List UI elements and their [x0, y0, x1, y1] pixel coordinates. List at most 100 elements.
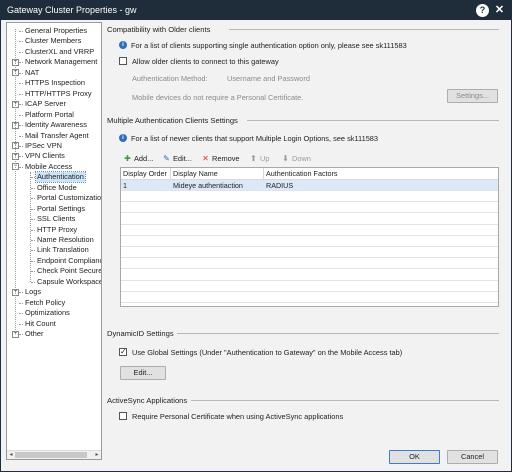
multi-auth-info-text: For a list of newer clients that support… — [131, 134, 379, 143]
login-options-table[interactable]: Display Order Display Name Authenticatio… — [120, 167, 499, 307]
add-button[interactable]: ✚ Add... — [123, 153, 153, 165]
tree-item[interactable]: ICAP Server — [24, 99, 67, 109]
tree-item[interactable]: Platform Portal — [24, 110, 75, 120]
tree-item-label: Fetch Policy — [25, 297, 66, 307]
tree-item[interactable]: Authentication — [35, 171, 86, 184]
tree-item[interactable]: Fetch Policy — [24, 298, 66, 308]
tree-item[interactable]: General Properties — [24, 26, 88, 36]
use-global-settings-checkbox[interactable] — [119, 347, 127, 356]
tree-item[interactable]: Optimizations — [24, 308, 71, 318]
tree-item[interactable]: Hit Count — [24, 319, 57, 329]
tree-item[interactable]: Portal Settings — [36, 204, 86, 214]
tree-connector — [19, 72, 23, 74]
tree-item[interactable]: VPN Clients — [24, 151, 66, 161]
tree-item[interactable]: Endpoint Compliance — [36, 256, 101, 266]
scroll-left-icon[interactable]: ◂ — [7, 451, 15, 459]
tree-item[interactable]: Network Management — [24, 57, 98, 67]
properties-window: Gateway Cluster Properties - gw ? ✕ ◂ ▸ … — [0, 0, 512, 472]
scrollbar-thumb[interactable] — [15, 452, 87, 458]
column-header[interactable]: Display Name — [171, 168, 264, 180]
tree-item[interactable]: HTTPS Inspection — [24, 78, 86, 88]
tree-horizontal-scrollbar[interactable]: ◂ ▸ — [7, 450, 101, 459]
table-cell: Mideye authentiaction — [173, 181, 243, 190]
tree-connector — [19, 302, 23, 304]
tree-item[interactable]: NAT — [24, 68, 40, 78]
tree-connector — [19, 125, 23, 127]
tree-item[interactable]: Office Mode — [36, 183, 78, 193]
tree-connector — [19, 323, 23, 325]
tree-item[interactable]: Link Translation — [36, 245, 90, 255]
tree-item[interactable]: Mail Transfer Agent — [24, 131, 90, 141]
tree-item[interactable]: Identity Awareness — [24, 120, 88, 130]
dialog-body: ◂ ▸ General Properties Cluster Members Clu… — [1, 20, 511, 471]
tree-item-label: HTTPS Inspection — [25, 78, 85, 88]
tree-connector — [31, 281, 35, 283]
tree-item[interactable]: Check Point Secure — [36, 266, 102, 276]
close-icon[interactable]: ✕ — [493, 4, 506, 17]
tree-item-label: Mobile Access — [25, 161, 73, 171]
tree-item-label: ICAP Server — [25, 99, 66, 109]
table-empty-row[interactable] — [121, 214, 498, 225]
table-empty-row[interactable] — [121, 247, 498, 259]
tree-item[interactable]: ClusterXL and VRRP — [24, 47, 95, 57]
cancel-button[interactable]: Cancel — [447, 450, 498, 464]
column-header[interactable]: Authentication Factors — [264, 168, 498, 180]
down-label: Down — [292, 154, 311, 163]
table-cell: 1 — [123, 181, 127, 190]
tree-connector — [31, 260, 35, 262]
pencil-icon: ✎ — [163, 154, 170, 163]
tree-item-label: Network Management — [25, 57, 98, 67]
settings-button[interactable]: Settings... — [447, 89, 498, 103]
tree-item-label: HTTP Proxy — [37, 224, 78, 234]
tree-item[interactable]: IPSec VPN — [24, 141, 63, 151]
scroll-right-icon[interactable]: ▸ — [93, 451, 101, 459]
edit-button[interactable]: ✎ Edit... — [162, 153, 192, 165]
remove-button[interactable]: ✕ Remove — [201, 153, 239, 165]
down-button[interactable]: ⬇ Down — [281, 153, 311, 165]
tree-item[interactable]: Portal Customization — [36, 193, 101, 203]
tree-item-label: Optimizations — [25, 308, 70, 318]
tree-item[interactable]: Capsule Workspace — [36, 277, 101, 287]
column-header[interactable]: Display Order — [121, 168, 171, 180]
help-icon[interactable]: ? — [476, 4, 489, 17]
require-personal-cert-checkbox[interactable] — [119, 412, 127, 420]
up-button[interactable]: ⬆ Up — [249, 153, 269, 165]
tree-item-label: Other — [25, 329, 44, 339]
tree-connector — [19, 334, 23, 336]
table-empty-row[interactable] — [121, 270, 498, 281]
title-bar: Gateway Cluster Properties - gw ? ✕ — [1, 1, 511, 20]
tree-item[interactable]: Cluster Members — [24, 36, 82, 46]
allow-older-clients-checkbox[interactable] — [119, 57, 127, 65]
tree-item-label: Logs — [25, 287, 42, 297]
tree-connector — [19, 145, 23, 147]
table-empty-row[interactable] — [121, 225, 498, 236]
table-empty-row[interactable] — [121, 281, 498, 292]
tree-item[interactable]: HTTP/HTTPS Proxy — [24, 89, 93, 99]
tree-item[interactable]: Logs — [24, 287, 42, 297]
table-empty-row[interactable] — [121, 191, 498, 203]
table-empty-row[interactable] — [121, 258, 498, 270]
table-row[interactable]: 1 Mideye authentiaction RADIUS — [121, 180, 498, 191]
tree-item-label: Check Point Secure — [37, 266, 102, 276]
tree-connector — [19, 135, 23, 137]
tree-item-label: Office Mode — [37, 182, 77, 192]
table-empty-row[interactable] — [121, 236, 498, 247]
tree-item[interactable]: Mobile Access — [24, 162, 73, 172]
tree-item-label: Platform Portal — [25, 109, 74, 119]
ok-button[interactable]: OK — [389, 450, 440, 464]
tree-item[interactable]: Other — [24, 329, 44, 339]
table-empty-row[interactable] — [121, 202, 498, 214]
tree-connector — [31, 187, 35, 189]
tree-item[interactable]: Name Resolution — [36, 235, 95, 245]
table-empty-row[interactable] — [121, 292, 498, 303]
tree-connector — [15, 29, 16, 333]
tree-connector — [31, 177, 35, 179]
tree-connector — [19, 114, 23, 116]
dynamicid-edit-button[interactable]: Edit... — [120, 366, 166, 380]
navigation-tree[interactable]: ◂ ▸ General Properties Cluster Members Clu… — [6, 22, 102, 460]
tree-item[interactable]: HTTP Proxy — [36, 225, 78, 235]
tree-item-label: VPN Clients — [25, 151, 65, 161]
tree-item[interactable]: SSL Clients — [36, 214, 76, 224]
tree-connector — [31, 271, 35, 273]
table-cell: RADIUS — [266, 181, 294, 190]
